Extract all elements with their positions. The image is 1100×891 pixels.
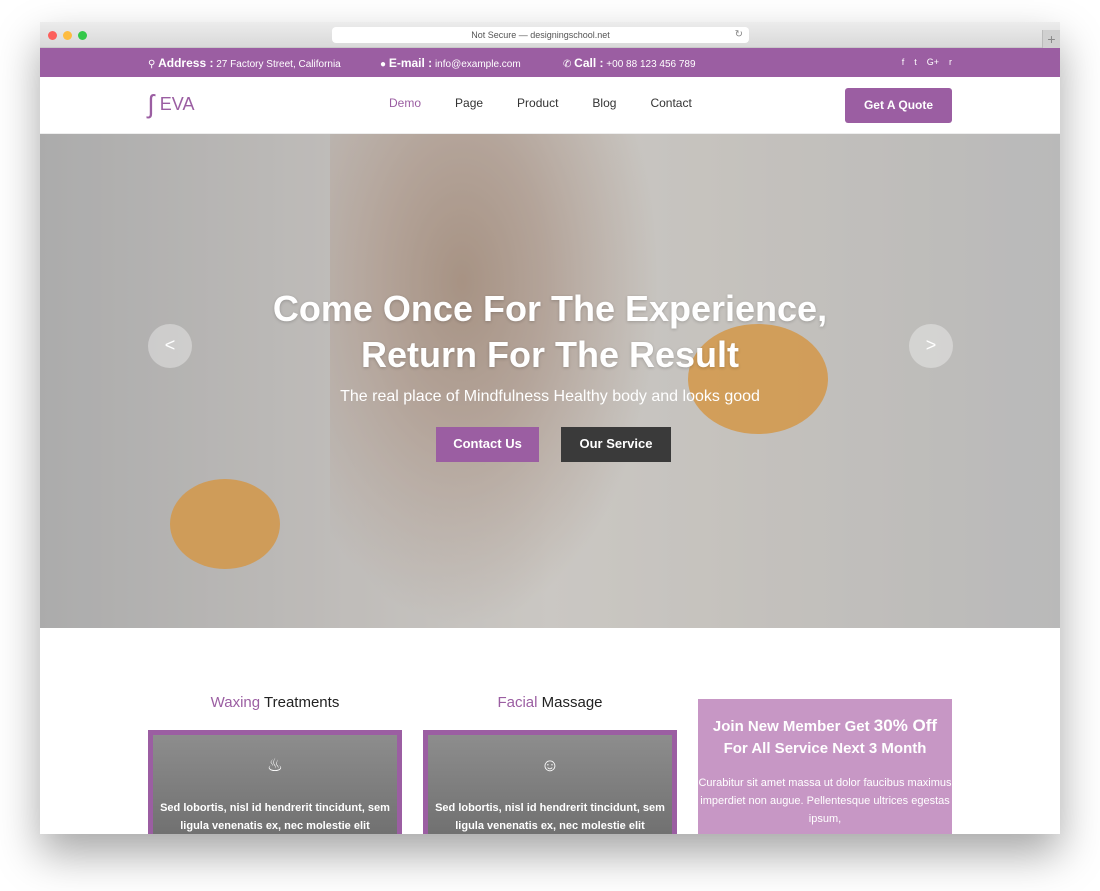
minimize-window-icon[interactable] <box>63 31 72 40</box>
email-info: ● E-mail : info@example.com <box>380 56 521 70</box>
promo-title: Join New Member Get 30% Off For All Servi… <box>698 715 952 760</box>
prev-slide-button[interactable]: < <box>148 324 192 368</box>
email-value[interactable]: info@example.com <box>435 59 521 70</box>
hero-subtitle: The real place of Mindfulness Healthy bo… <box>340 388 760 405</box>
nav-contact[interactable]: Contact <box>650 96 691 110</box>
new-tab-button[interactable]: + <box>1042 30 1060 48</box>
address-value: 27 Factory Street, California <box>216 59 341 70</box>
location-pin-icon: ⚲ <box>148 59 159 70</box>
nav-blog[interactable]: Blog <box>592 96 616 110</box>
social-links: f t G+ r <box>902 57 952 67</box>
promo-discount: 30% Off <box>873 716 938 735</box>
email-label: E-mail : <box>388 56 433 70</box>
hero-overlay <box>40 134 1060 628</box>
reload-icon[interactable]: ↻ <box>735 27 743 43</box>
phone-icon: ✆ <box>563 59 575 70</box>
google-plus-icon[interactable]: G+ <box>927 57 939 67</box>
facebook-icon[interactable]: f <box>902 57 905 67</box>
hero-title-line1: Come Once For The Experience, <box>272 288 828 329</box>
nav-product[interactable]: Product <box>517 96 558 110</box>
services-section: Waxing Treatments ♨ Sed lobortis, nisl id… <box>40 628 1060 834</box>
call-info: ✆ Call : +00 88 123 456 789 <box>563 56 696 70</box>
waxing-icon: ♨ <box>266 755 284 775</box>
browser-chrome: Not Secure — designingschool.net ↻ + <box>40 22 1060 48</box>
maximize-window-icon[interactable] <box>78 31 87 40</box>
service-title-rest: Treatments <box>260 694 340 711</box>
hero-title-line2: Return For The Result <box>360 334 740 375</box>
hero-title: Come Once For The Experience, Return For … <box>40 286 1060 378</box>
logo-hair-icon: ʃ <box>148 89 154 119</box>
logo-text: EVA <box>159 94 195 114</box>
browser-window: Not Secure — designingschool.net ↻ + ⚲ Ad… <box>40 22 1060 834</box>
hero-slider: Come Once For The Experience, Return For … <box>40 134 1060 628</box>
facial-mask-icon: ☺ <box>540 755 560 775</box>
logo[interactable]: ʃ EVA <box>148 89 194 120</box>
promo-text: Curabitur sit amet massa ut dolor faucib… <box>698 777 952 825</box>
promo-title-a: Join New Member Get <box>712 718 874 735</box>
get-quote-button[interactable]: Get A Quote <box>845 88 952 123</box>
address-info: ⚲ Address : 27 Factory Street, Californi… <box>148 56 341 70</box>
service-title-accent: Waxing <box>210 694 261 711</box>
main-nav: ʃ EVA Demo Page Product Blog Contact Get … <box>40 77 1060 134</box>
email-icon: ● <box>380 59 389 70</box>
call-label: Call : <box>574 56 604 70</box>
service-card-facial[interactable]: ☺ Sed lobortis, nisl id hendrerit tincidu… <box>423 730 677 834</box>
top-info-bar: ⚲ Address : 27 Factory Street, Californi… <box>40 48 1060 77</box>
call-value[interactable]: +00 88 123 456 789 <box>606 59 695 70</box>
address-label: Address : <box>158 56 214 70</box>
service-card-waxing[interactable]: ♨ Sed lobortis, nisl id hendrerit tincidu… <box>148 730 402 834</box>
close-window-icon[interactable] <box>48 31 57 40</box>
service-title-accent: Facial <box>497 694 538 711</box>
promo-card[interactable]: Join New Member Get 30% Off For All Servi… <box>698 699 952 834</box>
url-text: Not Secure — designingschool.net <box>471 30 610 40</box>
promo-title-b: For All Service Next 3 Month <box>723 740 927 757</box>
next-slide-button[interactable]: > <box>909 324 953 368</box>
nav-page[interactable]: Page <box>455 96 483 110</box>
service-title-rest: Massage <box>537 694 603 711</box>
address-bar[interactable]: Not Secure — designingschool.net ↻ <box>332 27 749 43</box>
service-title: Facial Massage <box>423 694 677 711</box>
nav-demo[interactable]: Demo <box>389 96 421 110</box>
contact-us-button[interactable]: Contact Us <box>436 427 539 462</box>
our-service-button[interactable]: Our Service <box>561 427 671 462</box>
service-text: Sed lobortis, nisl id hendrerit tincidun… <box>435 802 665 832</box>
reddit-icon[interactable]: r <box>949 57 952 67</box>
service-title: Waxing Treatments <box>148 694 402 711</box>
service-text: Sed lobortis, nisl id hendrerit tincidun… <box>160 802 390 832</box>
twitter-icon[interactable]: t <box>914 57 917 67</box>
